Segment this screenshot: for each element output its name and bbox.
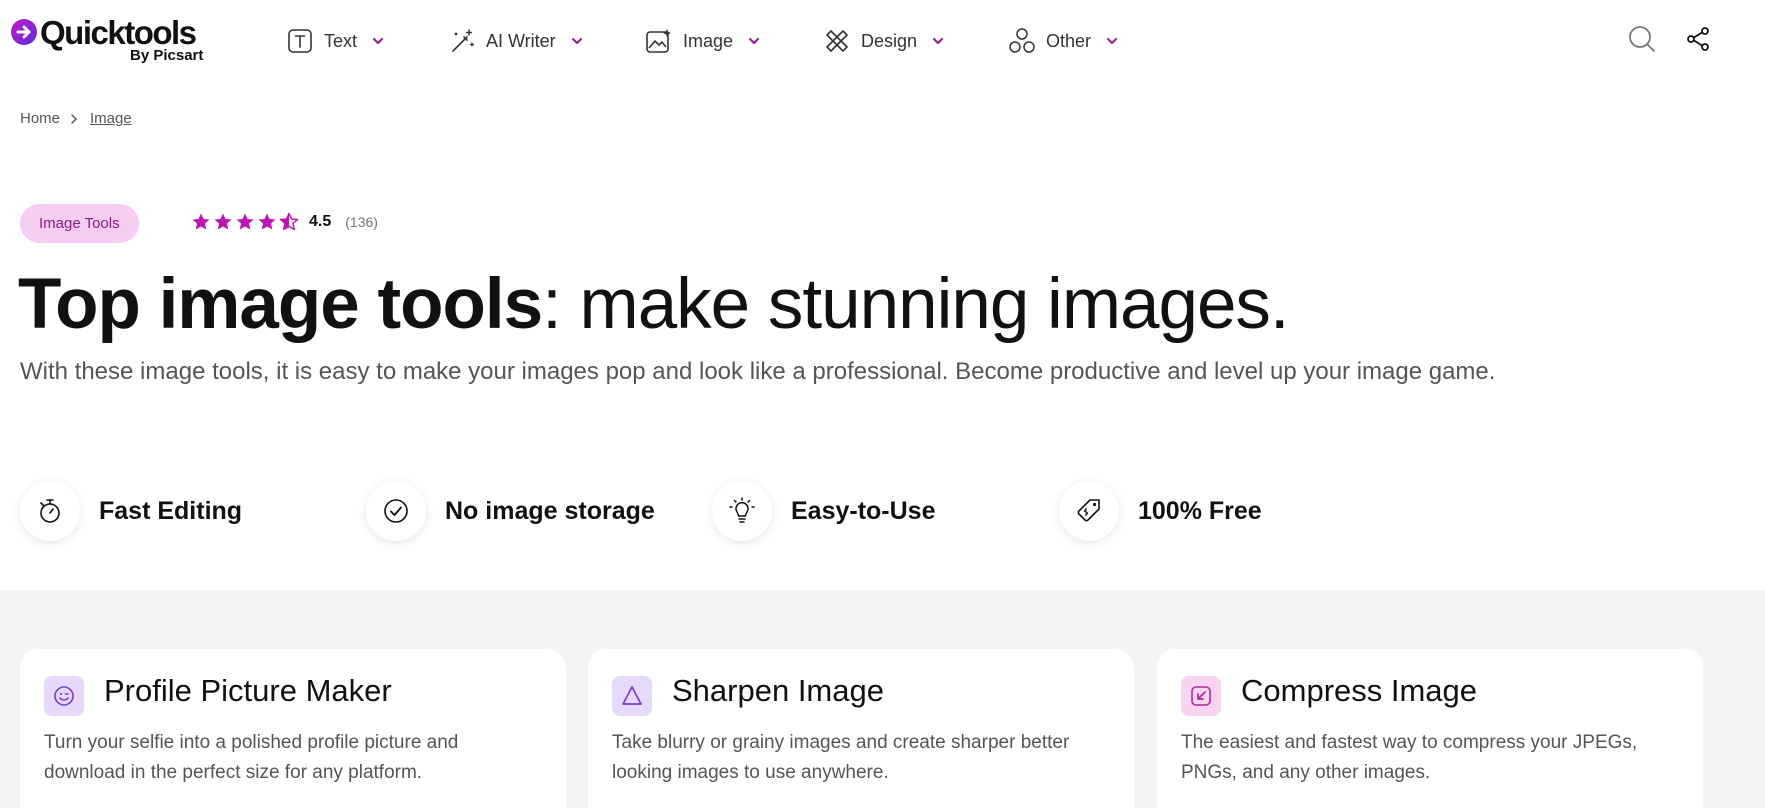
- nav-ai-writer-label: AI Writer: [486, 30, 556, 51]
- share-button[interactable]: [1683, 24, 1713, 54]
- nav-other-label: Other: [1046, 30, 1092, 51]
- stopwatch-icon: [40, 499, 60, 523]
- image-sparkle-icon: [645, 27, 673, 55]
- card-title: Sharpen Image: [672, 673, 884, 708]
- page-subtitle: With these image tools, it is easy to ma…: [20, 358, 1496, 385]
- rating-count: (136): [345, 214, 378, 230]
- star-half-icon: [279, 212, 299, 231]
- price-tag-icon: [1077, 499, 1100, 522]
- chevron-down-icon: [570, 34, 584, 48]
- category-tag[interactable]: Image Tools: [20, 204, 139, 243]
- feature-label: No image storage: [445, 496, 655, 525]
- card-title: Profile Picture Maker: [104, 673, 392, 708]
- ruler-pencil-icon: [823, 27, 851, 55]
- star-full-icon: [192, 213, 210, 230]
- star-full-icon: [236, 213, 254, 230]
- nav-image-label: Image: [683, 30, 734, 51]
- feature-free: 100% Free: [1059, 481, 1262, 541]
- chevron-down-icon: [371, 34, 385, 48]
- search-icon: [1629, 26, 1655, 52]
- card-description: The easiest and fastest way to compress …: [1181, 732, 1638, 783]
- compress-arrow-icon: [1181, 676, 1221, 716]
- rating-stars[interactable]: [191, 212, 299, 232]
- chevron-down-icon: [931, 34, 945, 48]
- rating: 4.5 (136): [191, 212, 378, 232]
- tool-card-profile-picture-maker[interactable]: Profile Picture Maker Turn your selfie i…: [20, 649, 566, 808]
- feature-label: Easy-to-Use: [791, 496, 936, 525]
- nav-image[interactable]: Image: [645, 24, 761, 58]
- tool-card-sharpen-image[interactable]: Sharpen Image Take blurry or grainy imag…: [588, 649, 1134, 808]
- three-circles-icon: [1008, 27, 1036, 55]
- breadcrumb-current[interactable]: Image: [90, 110, 132, 127]
- feature-label: 100% Free: [1138, 496, 1262, 525]
- page-title-rest: : make stunning images.: [542, 265, 1290, 344]
- logo-mark-icon: [11, 19, 37, 45]
- chevron-down-icon: [1105, 34, 1119, 48]
- tool-card-compress-image[interactable]: Compress Image The easiest and fastest w…: [1157, 649, 1703, 808]
- top-navbar: Quicktools By Picsart Text AI Writer Ima…: [0, 0, 1765, 82]
- star-full-icon: [258, 213, 276, 230]
- page-title: Top image tools: make stunning images.: [18, 262, 1290, 348]
- breadcrumb: Home Image: [20, 110, 132, 127]
- nav-design-label: Design: [861, 30, 918, 51]
- chevron-down-icon: [747, 34, 761, 48]
- check-circle-icon: [384, 499, 408, 523]
- nav-other[interactable]: Other: [1008, 24, 1119, 58]
- feature-no-storage: No image storage: [366, 481, 655, 541]
- lightbulb-icon: [729, 497, 755, 523]
- breadcrumb-home[interactable]: Home: [20, 110, 60, 127]
- card-title: Compress Image: [1241, 673, 1478, 708]
- search-button[interactable]: [1627, 24, 1657, 54]
- page-title-bold: Top image tools: [18, 265, 543, 344]
- star-full-icon: [214, 213, 232, 230]
- triangle-icon: [612, 676, 652, 716]
- feature-label: Fast Editing: [99, 496, 243, 525]
- quicktools-logo[interactable]: Quicktools By Picsart: [10, 14, 210, 68]
- brand-byline: By Picsart: [130, 47, 204, 64]
- card-description: Take blurry or grainy images and create …: [612, 732, 1070, 783]
- nav-text-label: Text: [324, 30, 358, 51]
- feature-easy-to-use: Easy-to-Use: [712, 481, 936, 541]
- chevron-right-icon: [70, 113, 78, 125]
- nav-design[interactable]: Design: [823, 24, 945, 58]
- nav-ai-writer[interactable]: AI Writer: [448, 24, 584, 58]
- card-description: Turn your selfie into a polished profile…: [44, 732, 459, 783]
- nav-text[interactable]: Text: [286, 24, 385, 58]
- smiley-icon: [44, 676, 84, 716]
- text-box-icon: [286, 27, 314, 55]
- feature-fast-editing: Fast Editing: [20, 481, 242, 541]
- share-icon: [1687, 27, 1709, 51]
- rating-value: 4.5: [309, 213, 332, 230]
- magic-wand-icon: [448, 27, 476, 55]
